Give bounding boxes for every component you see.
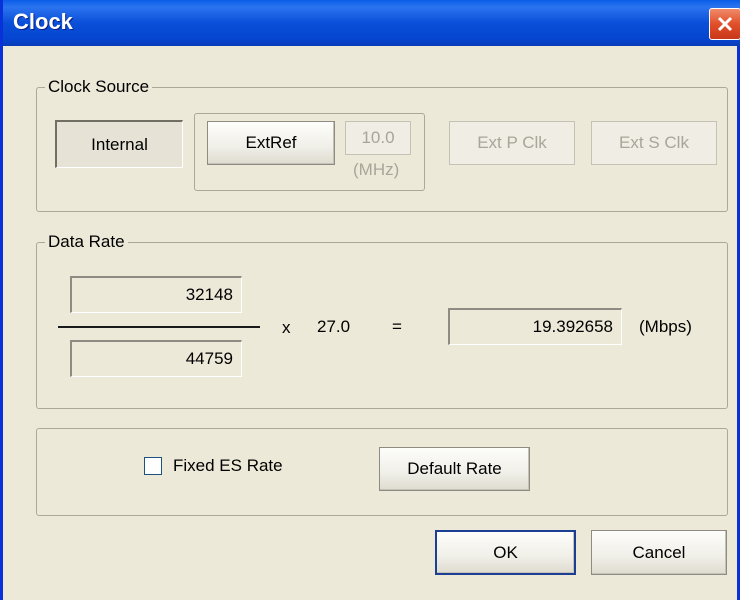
extref-button-label: ExtRef xyxy=(245,133,297,152)
clock-dialog: Clock Clock Source Internal ExtRef 10.0 … xyxy=(0,0,740,600)
data-rate-result-field[interactable]: 19.392658 xyxy=(448,308,622,345)
ext-s-clk-label: Ext S Clk xyxy=(619,133,689,152)
extref-button[interactable]: ExtRef xyxy=(207,121,335,165)
fixed-es-rate-checkbox[interactable] xyxy=(144,457,162,475)
cancel-button[interactable]: Cancel xyxy=(591,530,727,575)
equals-sign: = xyxy=(392,317,402,336)
data-rate-result-value: 19.392658 xyxy=(532,317,613,336)
ext-p-clk-button[interactable]: Ext P Clk xyxy=(449,121,575,165)
numerator-value: 32148 xyxy=(185,285,233,304)
extref-frequency-value: 10.0 xyxy=(361,128,395,147)
ext-p-clk-label: Ext P Clk xyxy=(477,133,547,152)
fixed-es-rate-label[interactable]: Fixed ES Rate xyxy=(173,456,283,476)
clock-source-label: Clock Source xyxy=(45,77,153,97)
denominator-field[interactable]: 44759 xyxy=(70,340,242,377)
extref-frequency-field[interactable]: 10.0 xyxy=(345,121,411,155)
default-rate-button[interactable]: Default Rate xyxy=(379,447,530,491)
mbps-unit-label: (Mbps) xyxy=(639,317,692,336)
numerator-field[interactable]: 32148 xyxy=(70,276,242,313)
internal-button-label: Internal xyxy=(91,134,148,154)
window-title: Clock xyxy=(13,9,73,34)
multiplier-value: 27.0 xyxy=(317,317,351,336)
internal-button[interactable]: Internal xyxy=(55,120,183,168)
denominator-value: 44759 xyxy=(185,349,233,368)
ext-s-clk-button[interactable]: Ext S Clk xyxy=(591,121,717,165)
dialog-content: Clock Source Internal ExtRef 10.0 (MHz) … xyxy=(3,46,740,600)
multiply-sign: x xyxy=(282,318,291,337)
cancel-button-label: Cancel xyxy=(632,542,686,562)
ok-button[interactable]: OK xyxy=(435,530,576,575)
ok-button-label: OK xyxy=(493,542,518,562)
extref-unit-label: (MHz) xyxy=(353,160,400,179)
title-bar[interactable]: Clock xyxy=(3,0,740,46)
close-icon xyxy=(717,16,733,32)
fraction-line xyxy=(58,326,260,328)
close-button[interactable] xyxy=(709,8,740,40)
data-rate-label: Data Rate xyxy=(45,232,128,252)
default-rate-label: Default Rate xyxy=(407,459,502,478)
